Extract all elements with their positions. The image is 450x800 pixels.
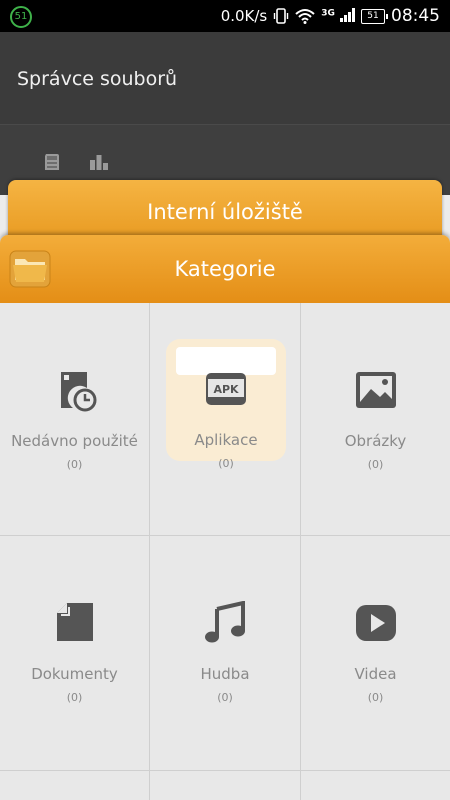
category-count: (0) [367,458,384,471]
tab-categories[interactable]: Kategorie [0,235,450,303]
category-music[interactable]: Hudba (0) [150,536,301,771]
vibrate-icon [274,8,289,24]
category-apps[interactable]: APK Aplikace (0) [150,303,301,536]
status-bar: 51 0.0K/s 3G 51 08:45 [0,0,450,32]
selected-highlight: APK Aplikace (0) [166,339,286,470]
battery-icon: 51 [361,8,388,24]
sd-card-icon[interactable] [41,152,63,172]
category-label: Aplikace [194,431,258,449]
category-count: (0) [218,457,234,470]
video-icon [355,605,396,641]
category-row-partial [150,771,301,800]
category-label: Dokumenty [31,665,118,683]
document-icon [56,603,93,641]
music-icon [205,601,245,643]
category-label: Nedávno použité [11,432,138,450]
signal-icon [340,7,355,22]
category-images[interactable]: Obrázky (0) [301,303,450,536]
tab-internal-storage[interactable]: Interní úložiště [8,180,442,242]
category-count: (0) [66,691,83,704]
apk-icon: APK [206,373,246,405]
tab-categories-label: Kategorie [174,257,276,281]
app-bar: Správce souborů [0,32,450,124]
tab-internal-storage-label: Interní úložiště [147,200,303,224]
category-count: (0) [217,691,233,704]
page-title: Správce souborů [17,68,178,90]
image-icon [355,372,396,408]
category-row-partial [0,771,150,800]
clock: 08:45 [391,6,440,26]
category-grid: Nedávno použité (0) APK Aplikace (0) Obr… [0,303,450,800]
category-documents[interactable]: Dokumenty (0) [0,536,150,771]
category-recent[interactable]: Nedávno použité (0) [0,303,150,536]
svg-text:APK: APK [213,383,239,396]
recent-files-icon [60,372,96,412]
category-label: Videa [354,665,397,683]
wifi-icon [295,9,315,24]
network-type: 3G [321,7,355,26]
category-count: (0) [66,458,83,471]
category-videos[interactable]: Videa (0) [301,536,450,771]
bar-chart-icon[interactable] [88,152,110,172]
category-label: Hudba [200,665,250,683]
net-speed: 0.0K/s [220,7,268,25]
category-label: Obrázky [344,432,407,450]
category-count: (0) [367,691,384,704]
notification-badge: 51 [10,6,32,28]
status-bar-right: 0.0K/s 3G 51 08:45 [221,0,440,32]
category-row-partial [301,771,450,800]
